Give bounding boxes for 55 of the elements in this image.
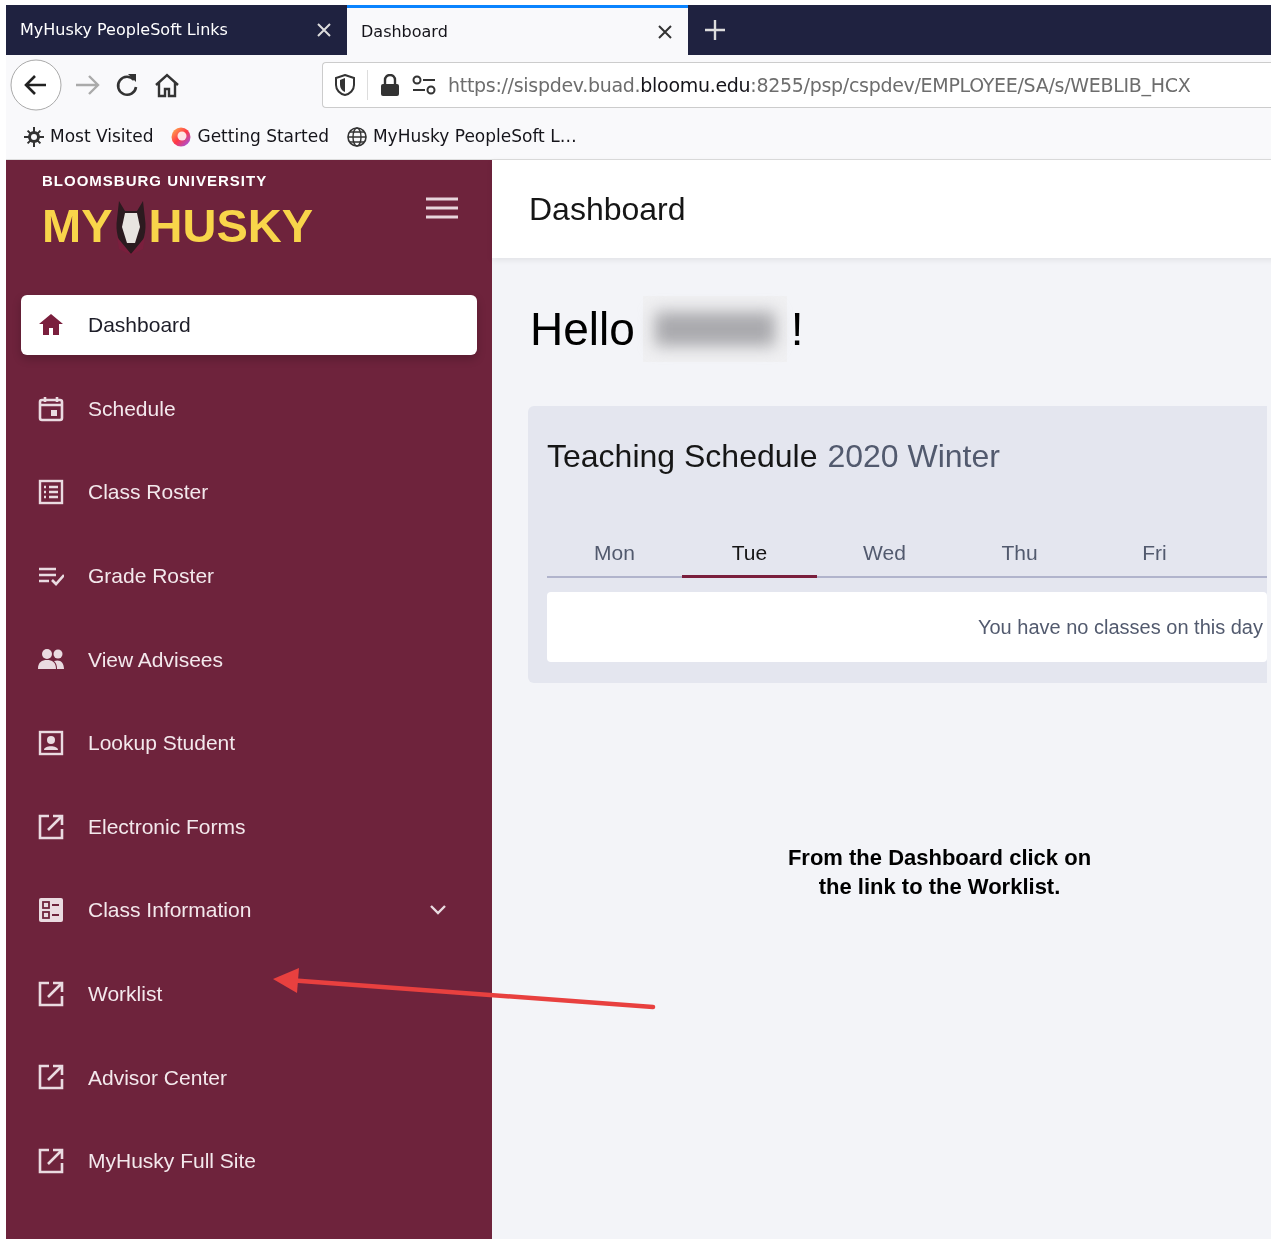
calendar-icon [38,395,64,422]
external-link-icon [38,1064,64,1091]
sidebar-item[interactable]: Class Roster [21,462,477,523]
browser-tab[interactable]: Dashboard [347,5,688,55]
globe-icon[interactable] [346,127,367,147]
page-title: Dashboard [492,160,1271,258]
sidebar-item[interactable]: View Advisees [21,629,477,690]
day-tab[interactable]: Wed [817,530,952,578]
shield-icon [335,74,355,96]
bookmark-link[interactable]: Getting Started [197,124,329,150]
sidebar-item[interactable]: Schedule [21,378,477,439]
sidebar-item[interactable]: Dashboard [21,295,477,355]
day-tab[interactable]: Thu [952,530,1087,578]
card-title: Teaching Schedule [547,437,818,476]
plus-icon[interactable] [704,19,726,41]
sidebar-item[interactable]: Lookup Student [21,712,477,773]
day-tab[interactable]: Mon [547,530,682,578]
logo-text: HUSKY [148,202,314,249]
greeting-text: Hello [530,301,635,357]
day-tab[interactable]: Tue [682,530,817,578]
sidebar-item[interactable]: Electronic Forms [21,796,477,857]
address-bar[interactable]: https://sispdev.buad.bloomu.edu:8255/psp/cspdev/EMPLOYEE/SA/s/WEBLIB_HCX [322,62,1271,108]
url-text: https://sispdev.buad.bloomu.edu:8255/psp/cspdev/EMPLOYEE/SA/s/WEBLIB_HCX [448,72,1191,99]
external-link-icon [38,980,64,1007]
term-label: 2020 Winter [827,437,1000,476]
day-tab[interactable]: Fri [1087,530,1222,578]
chevron-down-icon[interactable] [429,904,447,917]
bookmark-link[interactable]: Most Visited [50,124,154,150]
gear-icon[interactable] [24,127,44,147]
settings-icon[interactable] [412,75,436,95]
back-button[interactable] [10,59,62,111]
close-icon[interactable] [315,21,333,39]
menu-icon[interactable] [426,196,458,220]
list-icon [38,479,64,506]
sidebar-item[interactable]: Class Information [21,880,477,941]
grid-icon [38,897,64,924]
external-link-icon [38,1147,64,1174]
sidebar-item[interactable]: Grade Roster [21,545,477,606]
sidebar-item[interactable]: Worklist [21,963,477,1024]
annotation-text: the link to the Worklist. [817,873,1062,901]
sidebar-item[interactable]: MyHusky Full Site [21,1130,477,1191]
external-link-icon [38,813,64,840]
lock-icon [380,74,400,96]
greeting-text: ! [790,301,804,357]
empty-message: You have no classes on this day [978,615,1263,640]
browser-tab[interactable]: MyHusky PeopleSoft Links [6,5,347,55]
contact-card-icon [38,729,64,756]
home-icon [38,312,64,338]
university-name: BLOOMSBURG UNIVERSITY [42,171,269,191]
annotation-text: From the Dashboard click on [786,844,1093,872]
close-icon[interactable] [656,22,674,41]
favicon-icon[interactable] [171,127,192,147]
sidebar-item[interactable]: Advisor Center [21,1047,477,1108]
logo-text: MY [42,202,113,249]
bookmark-link[interactable]: MyHusky PeopleSoft L… [372,124,577,150]
